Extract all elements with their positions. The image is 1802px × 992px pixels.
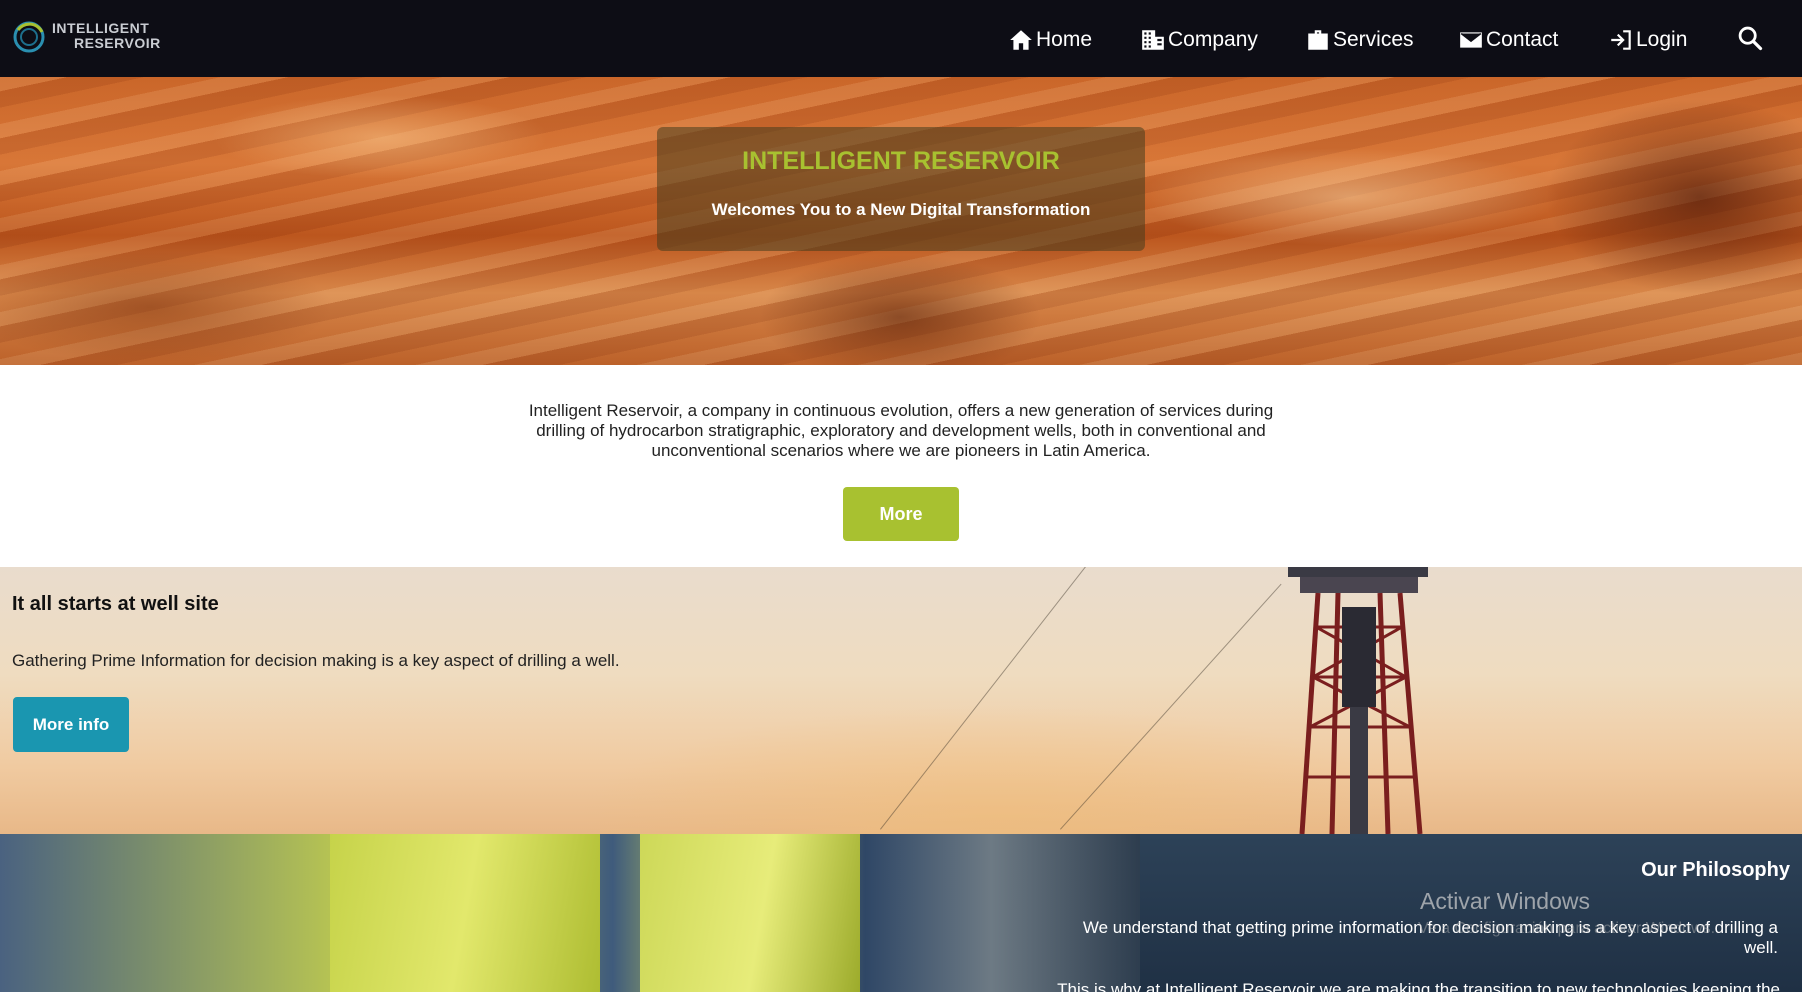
nav-login[interactable]: Login [1608,22,1687,58]
nav-services-label: Services [1333,28,1414,51]
nav-contact-label: Contact [1486,28,1559,51]
windows-activation-subtitle: Ve a Configuración para activar Windows. [1418,920,1716,937]
hero-subtitle: Welcomes You to a New Digital Transforma… [711,200,1091,219]
logo-text: INTELLIGENT RESERVOIR [52,21,161,51]
building-icon [1142,30,1164,50]
search-icon[interactable] [1736,24,1764,52]
wire-line [880,567,1115,830]
more-button[interactable]: More [843,487,959,541]
login-icon [1611,30,1631,50]
wire-line [1060,583,1282,830]
drilling-rig-image [1288,567,1428,834]
nav-home[interactable]: Home [1008,22,1092,58]
nav-contact[interactable]: Contact [1458,22,1558,58]
envelope-icon [1460,32,1482,48]
hero-banner: INTELLIGENT RESERVOIR Welcomes You to a … [0,77,1802,365]
well-site-section: It all starts at well site Gathering Pri… [0,567,1802,834]
logo-line2: RESERVOIR [74,35,161,51]
intro-text: Intelligent Reservoir, a company in cont… [528,401,1274,460]
logo-line1: INTELLIGENT [52,20,150,36]
worker-vest-image [640,834,860,992]
logo-ring-icon [13,21,45,53]
nav-home-label: Home [1036,28,1093,51]
hero-caption-box: INTELLIGENT RESERVOIR Welcomes You to a … [657,127,1145,251]
nav-services[interactable]: Services [1305,22,1414,58]
briefcase-icon [1308,30,1328,50]
intro-section: Intelligent Reservoir, a company in cont… [0,365,1802,567]
hero-title: INTELLIGENT RESERVOIR [742,147,1060,175]
well-site-title: It all starts at well site [12,593,219,615]
brand-logo[interactable]: INTELLIGENT RESERVOIR [12,18,164,60]
worker-vest-image [330,834,600,992]
windows-activation-title: Activar Windows [1420,888,1590,914]
nav-company-label: Company [1168,28,1258,51]
philosophy-title: Our Philosophy [1641,859,1790,881]
nav-login-label: Login [1636,28,1688,51]
well-site-text: Gathering Prime Information for decision… [12,651,620,670]
home-icon [1010,30,1032,50]
top-navbar: INTELLIGENT RESERVOIR Home Company Servi… [0,0,1802,77]
more-info-button[interactable]: More info [13,697,129,752]
nav-company[interactable]: Company [1140,22,1258,58]
philosophy-text-continued: This is why at Intelligent Reservoir we … [1057,980,1780,992]
